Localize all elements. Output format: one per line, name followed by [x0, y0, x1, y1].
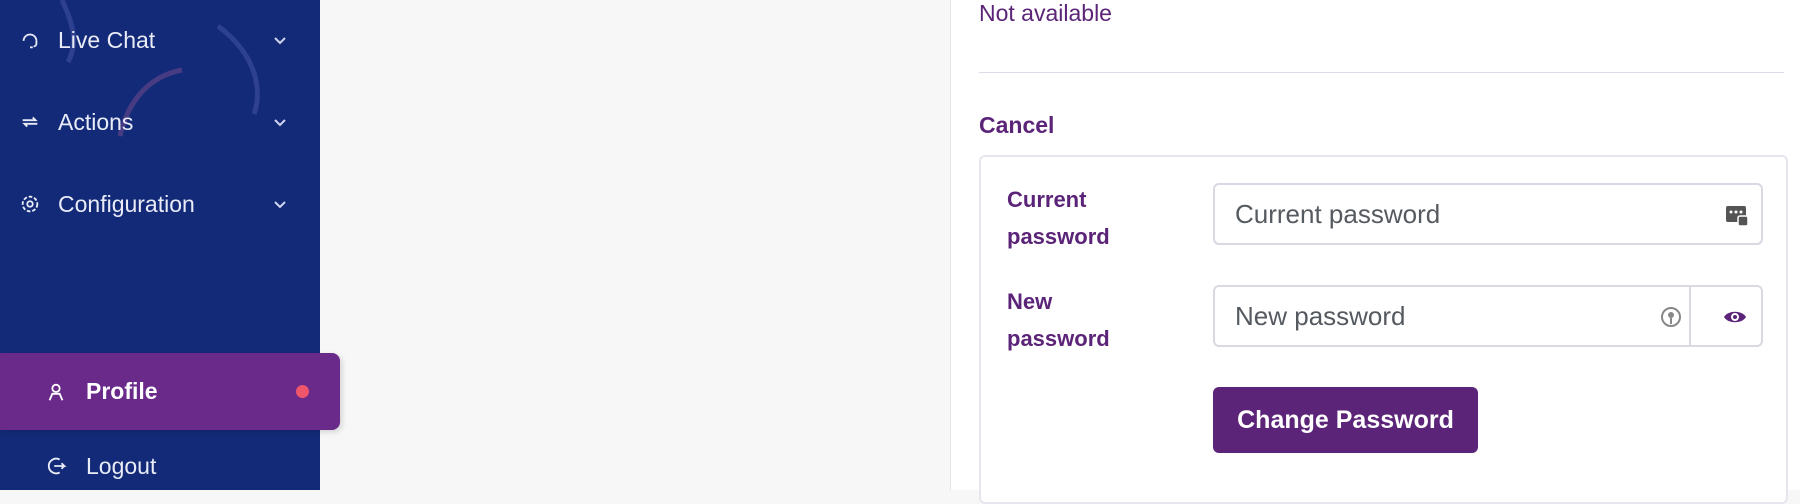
new-password-field[interactable] — [1213, 285, 1763, 347]
repeat-icon — [18, 110, 42, 134]
eye-icon[interactable] — [1721, 303, 1749, 331]
sidebar-item-profile[interactable]: Profile — [0, 353, 340, 430]
current-password-field[interactable] — [1213, 183, 1763, 245]
key-icon[interactable] — [1657, 303, 1685, 331]
divider — [979, 72, 1784, 73]
notification-dot — [296, 385, 309, 398]
sidebar-item-label: Actions — [58, 108, 134, 135]
status-text: Not available — [979, 0, 1112, 26]
chevron-down-icon — [270, 112, 290, 132]
sidebar-item-actions[interactable]: Actions — [0, 92, 320, 152]
sidebar-item-label: Live Chat — [58, 26, 156, 53]
chevron-down-icon — [270, 30, 290, 50]
sidebar-item-label: Configuration — [58, 190, 195, 217]
field-separator — [1689, 287, 1691, 345]
change-password-form: Current password New password Change Pas… — [979, 155, 1788, 504]
change-password-button[interactable]: Change Password — [1213, 387, 1478, 453]
sidebar-item-label: Logout — [86, 452, 157, 479]
current-password-label: Current password — [1007, 187, 1110, 249]
cancel-link[interactable]: Cancel — [979, 112, 1054, 139]
headset-icon — [18, 28, 42, 52]
sidebar-item-live-chat[interactable]: Live Chat — [0, 10, 320, 70]
sidebar-item-configuration[interactable]: Configuration — [0, 174, 320, 234]
sidebar-item-logout[interactable]: Logout — [0, 442, 320, 490]
password-manager-icon[interactable] — [1723, 201, 1751, 229]
logout-icon — [44, 454, 68, 478]
sidebar: Live Chat Actions Configuration Profile — [0, 0, 340, 490]
gear-icon — [18, 192, 42, 216]
new-password-label: New password — [1007, 289, 1110, 351]
profile-panel: Not available Cancel Current password Ne… — [950, 0, 1800, 504]
current-password-input[interactable] — [1215, 185, 1761, 243]
sidebar-item-label: Profile — [86, 378, 158, 404]
chevron-down-icon — [270, 194, 290, 214]
user-icon — [44, 380, 68, 404]
